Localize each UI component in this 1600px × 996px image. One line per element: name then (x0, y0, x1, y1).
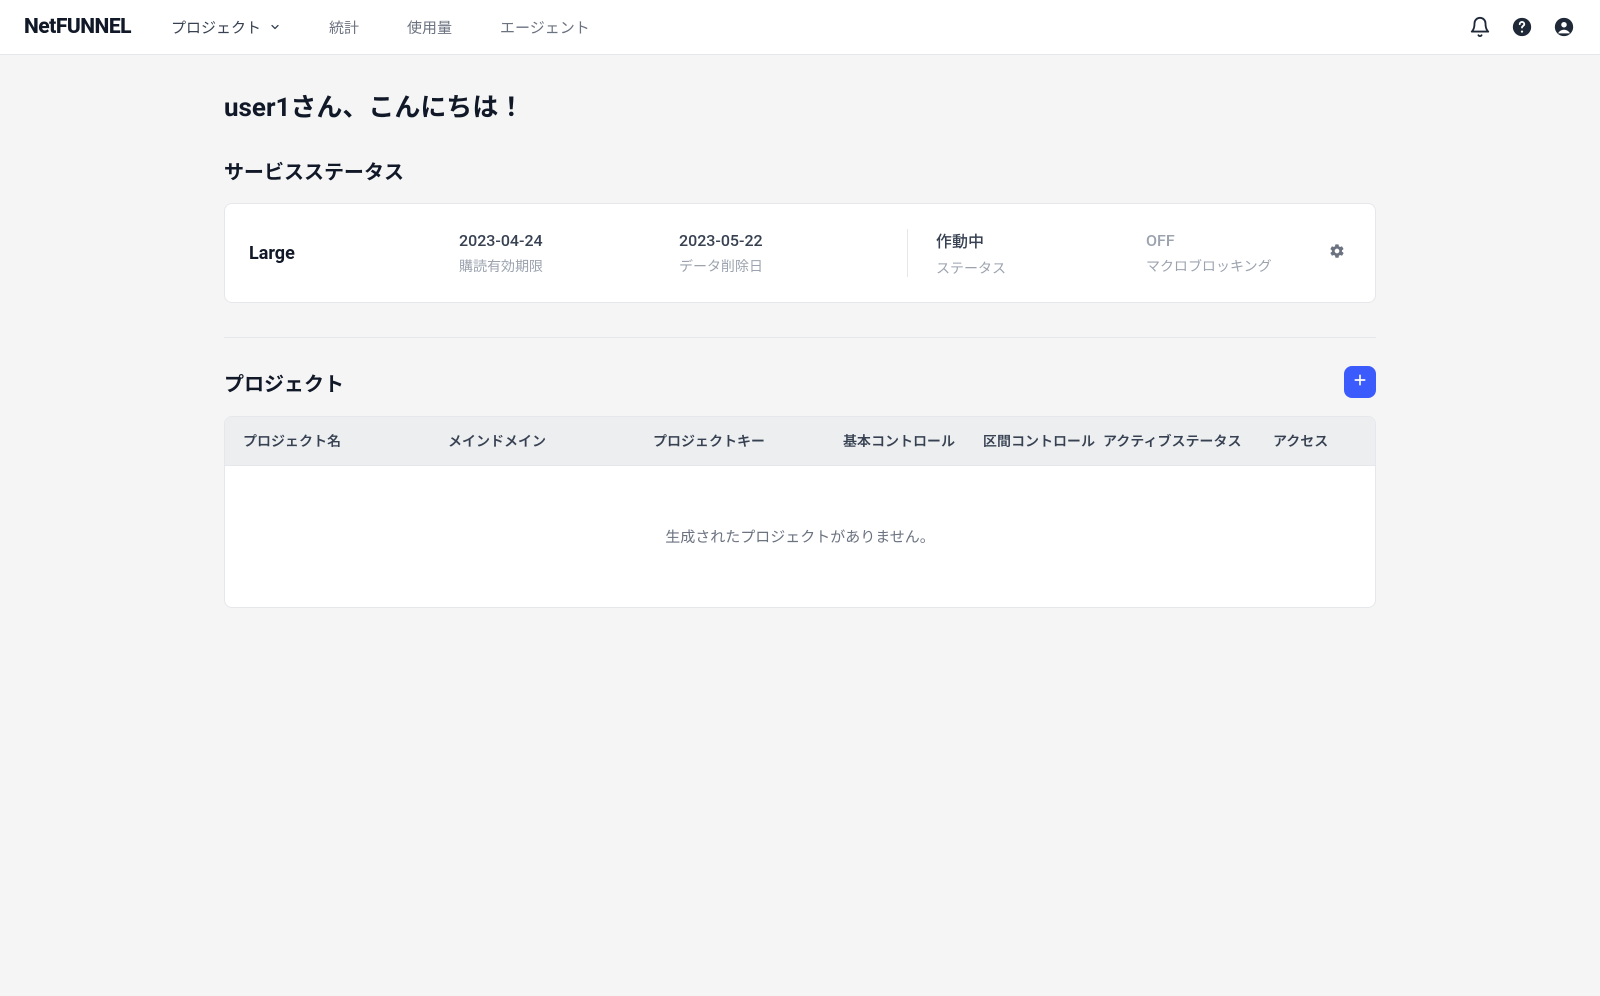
divider (907, 229, 908, 277)
deletion-value: 2023-05-22 (679, 231, 879, 250)
section-divider (224, 337, 1376, 338)
settings-button[interactable] (1323, 243, 1351, 263)
nav-usage-label: 使用量 (407, 17, 452, 38)
nav-usage[interactable]: 使用量 (407, 17, 452, 38)
help-icon[interactable] (1510, 15, 1534, 39)
chevron-down-icon (269, 21, 281, 33)
th-name: プロジェクト名 (239, 431, 444, 451)
th-access: アクセス (1269, 431, 1359, 451)
topbar: NetFUNNEL プロジェクト 統計 使用量 エージェント (0, 0, 1600, 55)
brand-logo[interactable]: NetFUNNEL (24, 15, 131, 39)
status-subscription: 2023-04-24 購読有効期限 (459, 231, 679, 276)
add-project-button[interactable] (1344, 366, 1376, 398)
status-plan: Large (249, 243, 459, 264)
th-basic: 基本コントロール (839, 431, 979, 451)
nav-project-label: プロジェクト (171, 17, 261, 38)
account-icon[interactable] (1552, 15, 1576, 39)
service-status-card: Large 2023-04-24 購読有効期限 2023-05-22 データ削除… (224, 203, 1376, 303)
macro-label: マクロブロッキング (1146, 256, 1323, 276)
plan-name: Large (249, 243, 459, 264)
subscription-label: 購読有効期限 (459, 256, 679, 276)
table-empty-message: 生成されたプロジェクトがありません。 (225, 466, 1375, 607)
service-status-title: サービスステータス (224, 156, 1376, 185)
notifications-icon[interactable] (1468, 15, 1492, 39)
table-header: プロジェクト名 メインドメイン プロジェクトキー 基本コントロール 区間コントロ… (225, 417, 1375, 466)
projects-table: プロジェクト名 メインドメイン プロジェクトキー 基本コントロール 区間コントロ… (224, 416, 1376, 608)
nav-stats[interactable]: 統計 (329, 17, 359, 38)
nav-stats-label: 統計 (329, 17, 359, 38)
subscription-value: 2023-04-24 (459, 231, 679, 250)
main-content: user1さん、こんにちは！ サービスステータス Large 2023-04-2… (224, 55, 1376, 668)
topbar-left: NetFUNNEL プロジェクト 統計 使用量 エージェント (24, 15, 590, 39)
nav-agent-label: エージェント (500, 17, 590, 38)
th-active: アクティブステータス (1099, 431, 1269, 451)
th-key: プロジェクトキー (649, 431, 839, 451)
topbar-right (1468, 15, 1576, 39)
main-nav: プロジェクト 統計 使用量 エージェント (171, 17, 590, 38)
status-macro: OFF マクロブロッキング (1146, 231, 1323, 276)
status-running: 作動中 ステータス (936, 228, 1146, 278)
running-label: ステータス (936, 258, 1146, 278)
gear-icon (1329, 243, 1345, 263)
macro-value: OFF (1146, 231, 1323, 250)
th-domain: メインドメイン (444, 431, 649, 451)
nav-agent[interactable]: エージェント (500, 17, 590, 38)
status-deletion: 2023-05-22 データ削除日 (679, 231, 879, 276)
plus-icon (1352, 372, 1368, 392)
projects-header: プロジェクト (224, 366, 1376, 398)
nav-project[interactable]: プロジェクト (171, 17, 281, 38)
th-section: 区間コントロール (979, 431, 1099, 451)
running-value: 作動中 (936, 228, 1146, 252)
deletion-label: データ削除日 (679, 256, 879, 276)
projects-title: プロジェクト (224, 368, 344, 397)
greeting: user1さん、こんにちは！ (224, 87, 1376, 124)
